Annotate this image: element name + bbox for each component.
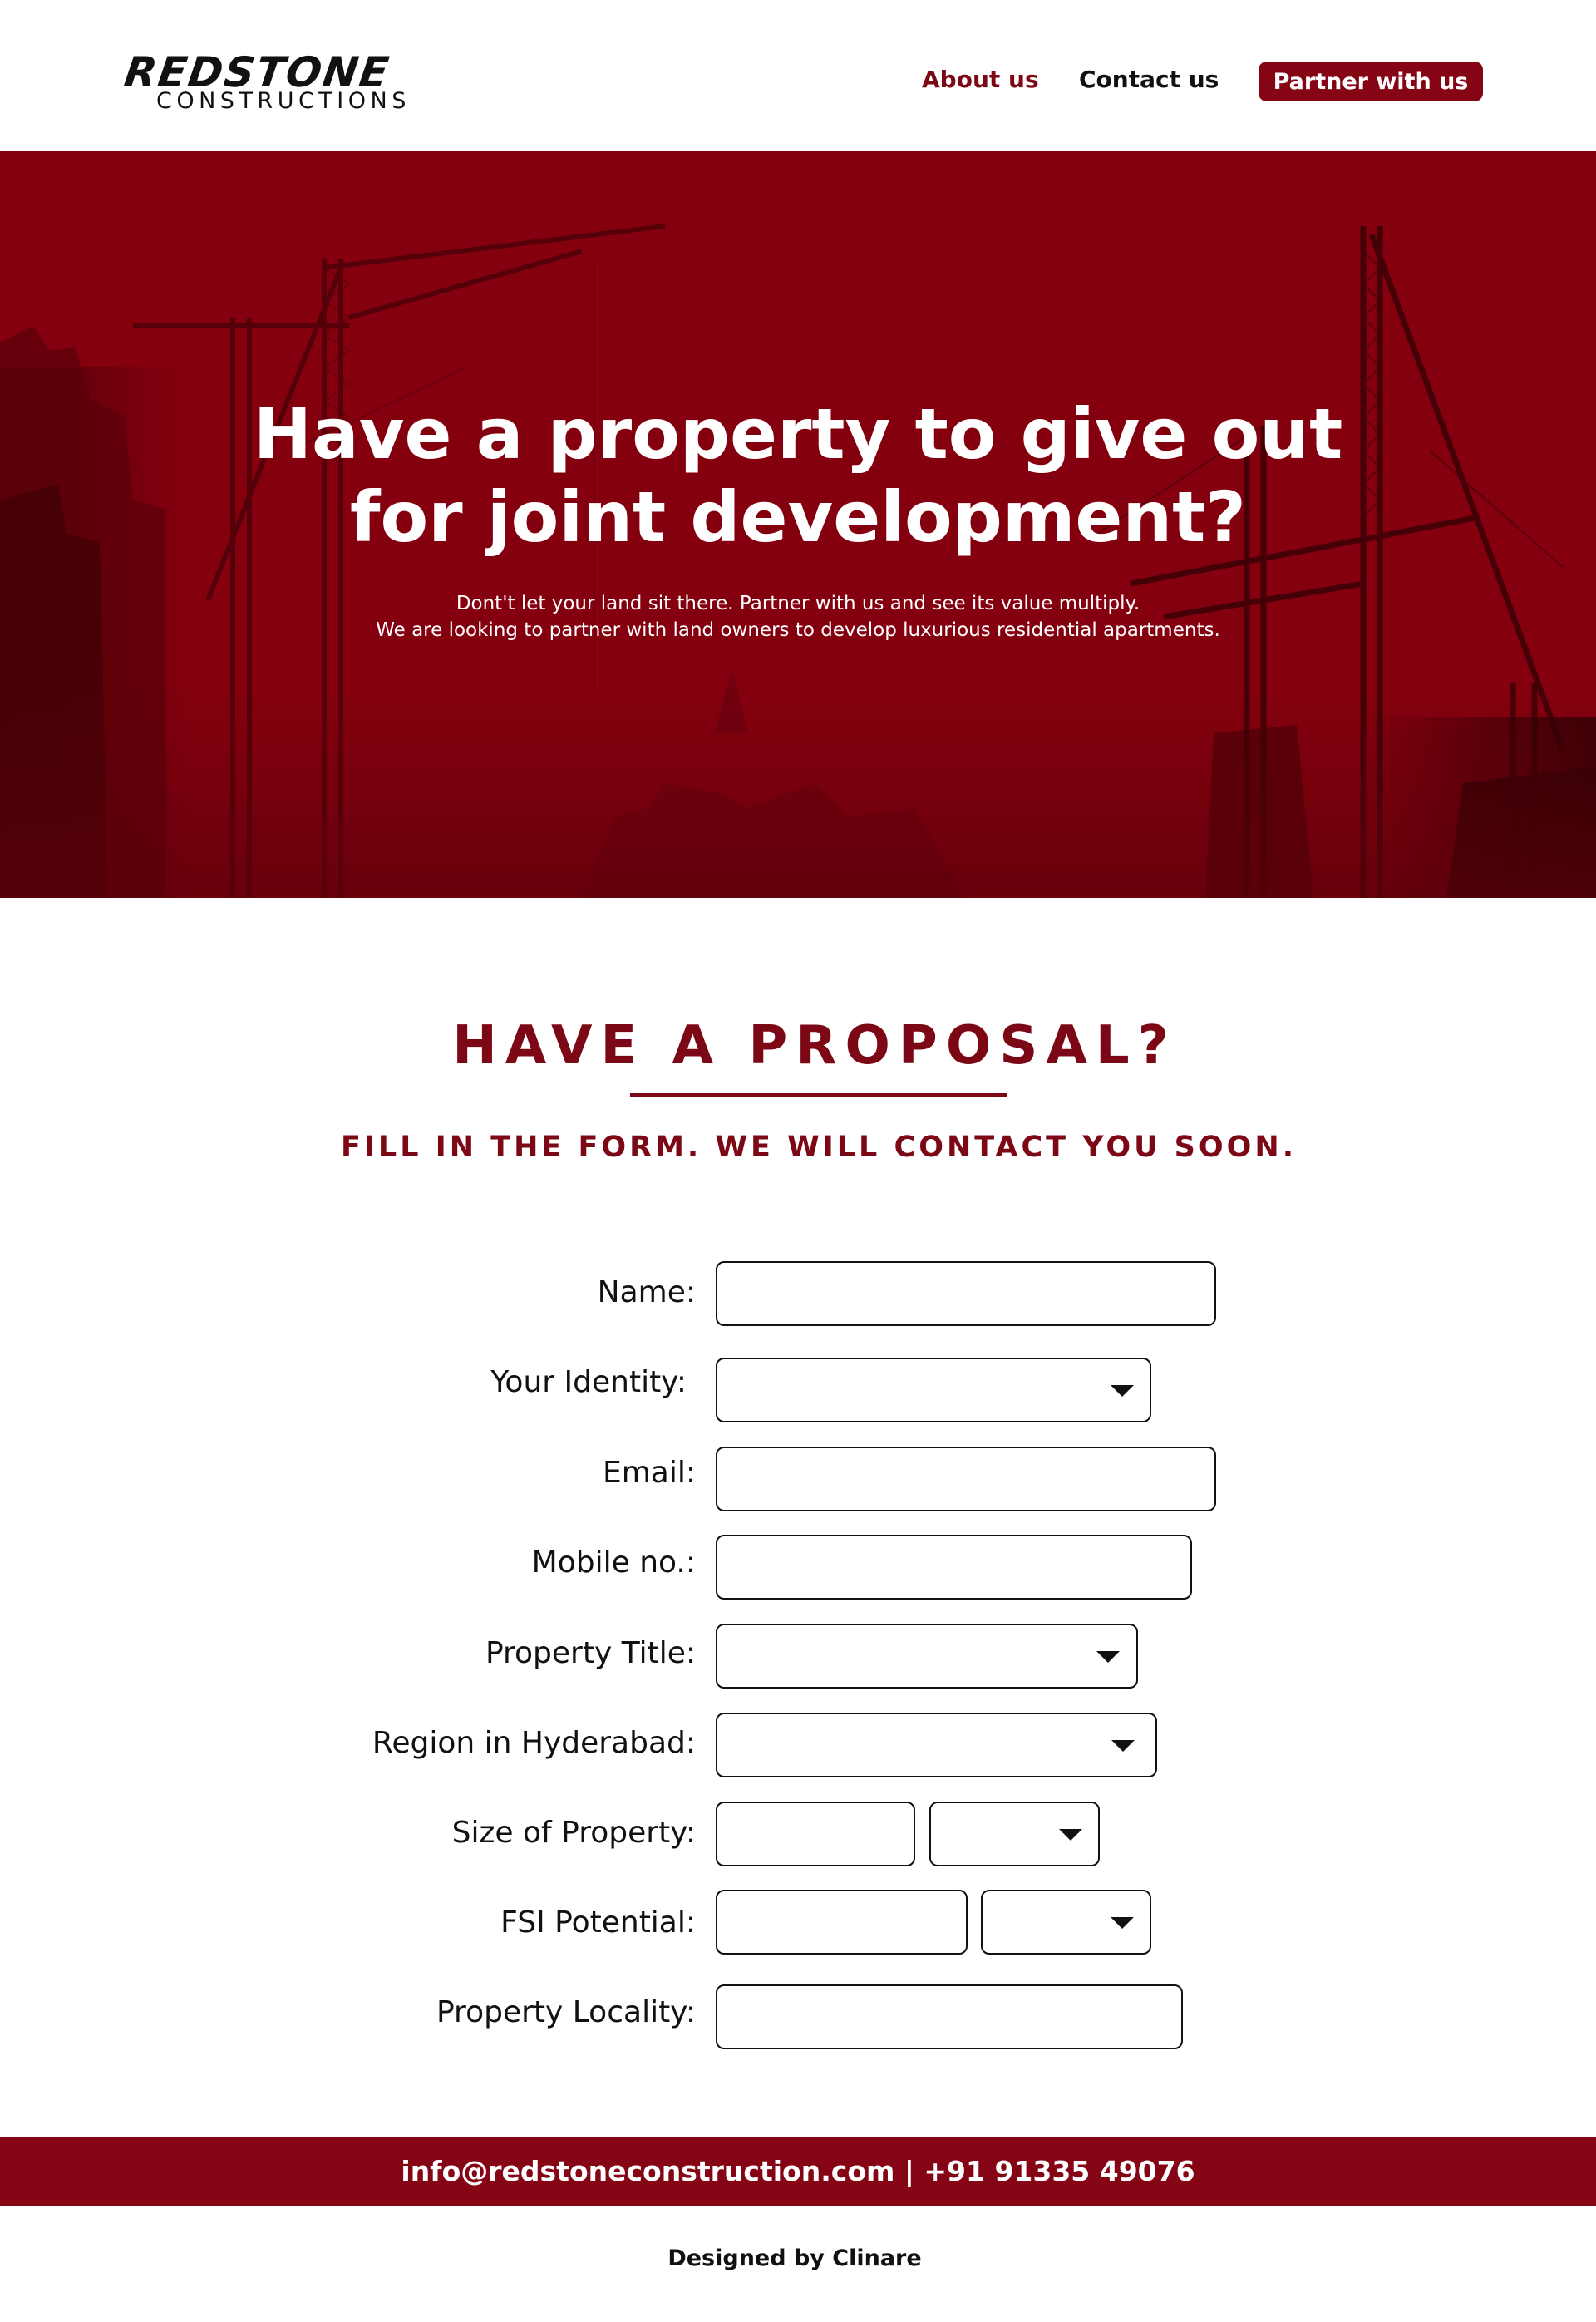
site-header: REDSTONE CONSTRUCTIONS About us Contact … — [0, 0, 1596, 151]
nav-about-us-link[interactable]: About us — [922, 65, 1039, 95]
mobile-label: Mobile no.: — [531, 1546, 696, 1580]
property-title-select[interactable] — [716, 1624, 1138, 1689]
footer-contact-info[interactable]: info@redstoneconstruction.com | +91 9133… — [401, 2155, 1195, 2187]
mobile-input[interactable] — [716, 1535, 1192, 1600]
chevron-down-icon — [1111, 1917, 1134, 1929]
fsi-potential-label: FSI Potential: — [500, 1905, 696, 1940]
region-label: Region in Hyderabad: — [372, 1726, 696, 1760]
identity-select[interactable] — [716, 1358, 1151, 1422]
designer-credit: Designed by Clinare — [667, 2246, 922, 2271]
property-size-unit-select[interactable] — [929, 1802, 1100, 1866]
name-label: Name: — [597, 1275, 696, 1309]
email-input[interactable] — [716, 1447, 1216, 1511]
hero-subtitle-line-1: Dont't let your land sit there. Partner … — [456, 593, 1140, 614]
chevron-down-icon — [1111, 1385, 1134, 1397]
redstone-logo[interactable]: REDSTONE CONSTRUCTIONS — [121, 48, 466, 118]
property-size-input[interactable] — [716, 1802, 915, 1866]
property-size-label: Size of Property: — [451, 1816, 696, 1850]
hero-title: Have a property to give out for joint de… — [0, 392, 1596, 559]
partner-with-us-button[interactable]: Partner with us — [1259, 62, 1483, 101]
hero-subtitle: Dont't let your land sit there. Partner … — [0, 590, 1596, 643]
property-locality-input[interactable] — [716, 1984, 1183, 2049]
property-title-label: Property Title: — [485, 1636, 696, 1670]
hero-title-line-2: for joint development? — [349, 476, 1247, 558]
fsi-unit-select[interactable] — [981, 1890, 1151, 1955]
name-input[interactable] — [716, 1261, 1216, 1326]
email-label: Email: — [602, 1456, 696, 1490]
fsi-potential-input[interactable] — [716, 1890, 968, 1955]
proposal-heading: HAVE A PROPOSAL? — [452, 1015, 1177, 1077]
logo-wordmark: REDSTONE — [121, 48, 393, 96]
hero-subtitle-line-2: We are looking to partner with land owne… — [376, 619, 1220, 641]
heading-divider — [630, 1093, 1007, 1097]
chevron-down-icon — [1111, 1740, 1135, 1752]
proposal-subheading: FILL IN THE FORM. WE WILL CONTACT YOU SO… — [340, 1131, 1297, 1164]
footer-contact-bar: info@redstoneconstruction.com | +91 9133… — [0, 2137, 1596, 2206]
nav-contact-us-link[interactable]: Contact us — [1079, 65, 1219, 95]
hero-banner: Have a property to give out for joint de… — [0, 151, 1596, 898]
hero-title-line-1: Have a property to give out — [253, 393, 1343, 475]
chevron-down-icon — [1096, 1651, 1120, 1663]
logo-subtitle: CONSTRUCTIONS — [156, 88, 411, 114]
chevron-down-icon — [1059, 1829, 1082, 1841]
region-select[interactable] — [716, 1713, 1157, 1777]
property-locality-label: Property Locality: — [436, 1995, 696, 2029]
identity-label: Your Identity: — [490, 1365, 687, 1399]
